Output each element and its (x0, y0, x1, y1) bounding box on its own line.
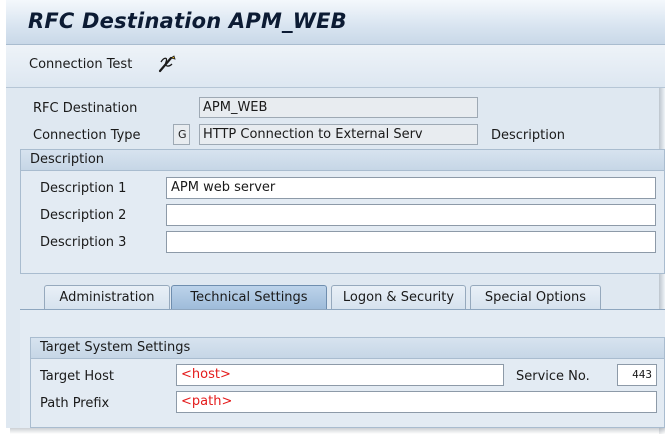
tab-special-options[interactable]: Special Options (470, 285, 601, 309)
tab-administration[interactable]: Administration (44, 285, 170, 309)
tab-technical-settings[interactable]: Technical Settings (171, 285, 327, 310)
connection-type-label: Connection Type (33, 128, 141, 143)
target-host-input[interactable]: <host> (176, 364, 504, 386)
path-prefix-input[interactable]: <path> (176, 391, 657, 413)
connection-type-description-field[interactable]: HTTP Connection to External Serv (199, 124, 478, 145)
description-1-label: Description 1 (40, 181, 127, 196)
description-2-label: Description 2 (40, 208, 127, 223)
title-bar: RFC Destination APM_WEB (6, 0, 665, 45)
tab-logon-security[interactable]: Logon & Security (331, 285, 466, 309)
service-no-label: Service No. (516, 369, 590, 384)
description-1-input[interactable]: APM web server (166, 177, 656, 199)
description-3-label: Description 3 (40, 235, 127, 250)
target-host-label: Target Host (40, 369, 114, 384)
description-link[interactable]: Description (491, 128, 565, 143)
service-no-input[interactable]: 443 (617, 364, 657, 386)
description-group-header: Description (21, 150, 664, 171)
page-title: RFC Destination APM_WEB (28, 9, 347, 33)
rfc-destination-label: RFC Destination (33, 101, 138, 116)
connection-type-code-field[interactable]: G (173, 124, 190, 145)
target-system-group-header: Target System Settings (31, 338, 664, 359)
description-2-input[interactable] (166, 204, 656, 226)
description-3-input[interactable] (166, 231, 656, 253)
rfc-destination-field[interactable]: APM_WEB (199, 97, 478, 118)
path-prefix-label: Path Prefix (40, 396, 110, 411)
window-shadow-bottom (10, 428, 665, 434)
application-toolbar: Connection Test (6, 45, 665, 88)
connection-test-button[interactable]: Connection Test (29, 57, 132, 72)
pen-wand-icon[interactable] (156, 53, 178, 75)
